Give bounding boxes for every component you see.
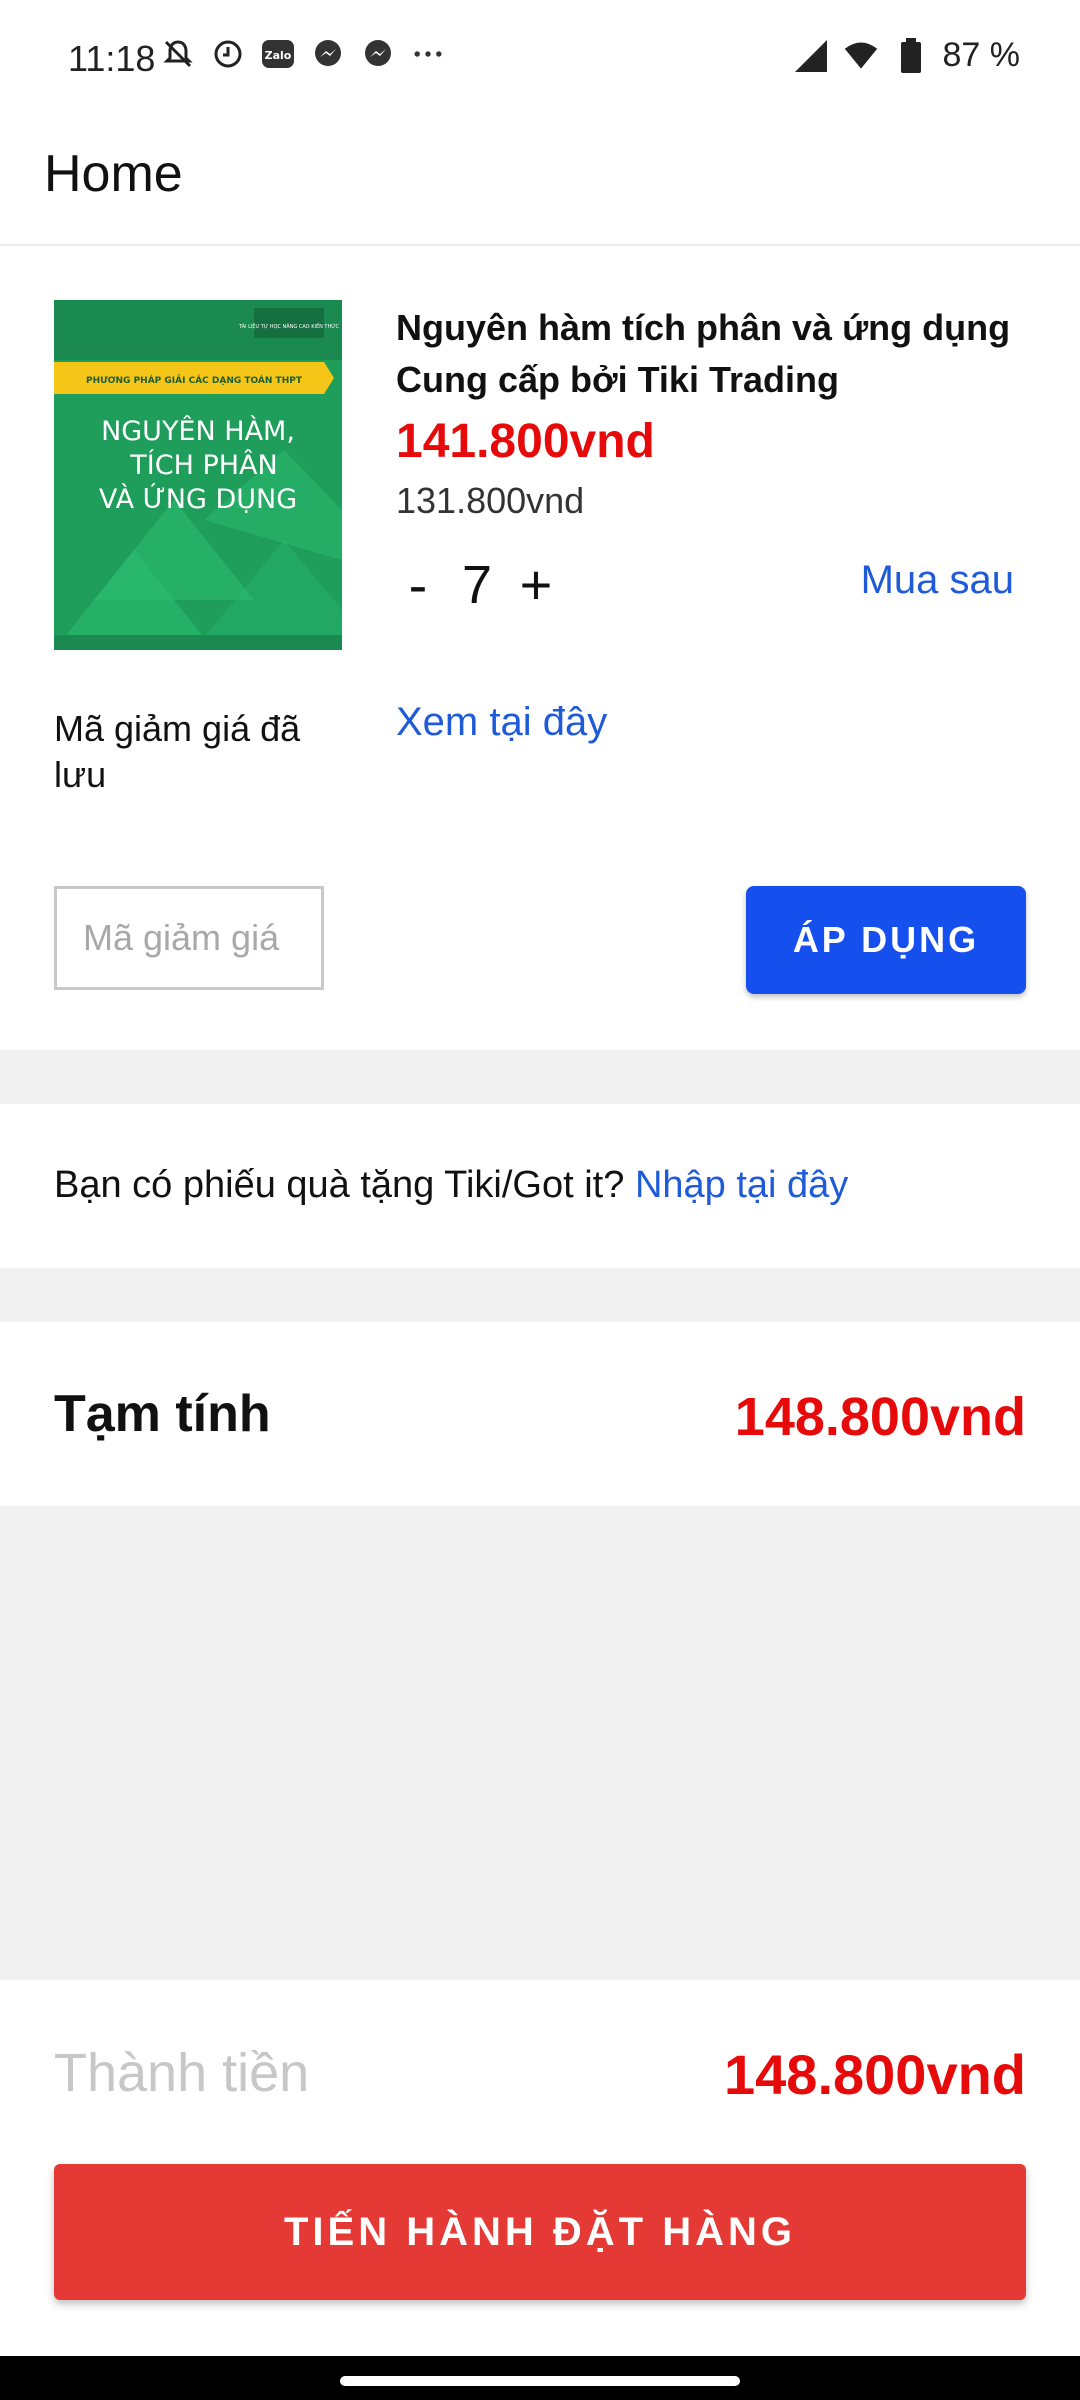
home-gesture-handle[interactable] [340,2376,740,2386]
battery-percent: 87 % [942,36,1021,74]
status-time: 11:18 [68,38,156,79]
enter-gift-card-link[interactable]: Nhập tại đây [635,1164,848,1206]
signal-icon [793,38,829,74]
see-saved-coupons-link[interactable]: Xem tại đây [396,700,607,745]
messenger-icon [360,36,396,72]
gift-card-text: Bạn có phiếu quà tặng Tiki/Got it? [54,1164,625,1206]
original-price: 131.800vnd [396,480,585,521]
total-label: Thành tiền [54,2043,310,2103]
app-bar: Home [0,120,1080,246]
place-order-button[interactable]: TIẾN HÀNH ĐẶT HÀNG [54,2164,1026,2300]
cover-top-tag: TÀI LIỆU TỰ HỌC NÂNG CAO KIẾN THỨC [238,322,340,330]
apply-coupon-button[interactable]: ÁP DỤNG [746,886,1026,994]
wifi-icon [843,38,879,74]
product-title[interactable]: Nguyên hàm tích phân và ứng dụng Cung cấ… [396,302,1036,406]
subtotal-label: Tạm tính [54,1385,271,1443]
product-image[interactable]: TÀI LIỆU TỰ HỌC NÂNG CAO KIẾN THỨC PHƯƠN… [54,300,342,650]
quantity-value: 7 [461,554,493,615]
messenger-icon [310,36,346,72]
coupon-input[interactable] [54,886,324,990]
clock-icon [210,36,246,72]
system-icons: 87 % [793,36,1021,75]
status-bar: 11:18 Zalo 87 % [0,0,1080,120]
product-name: Nguyên hàm tích phân và ứng dụng [396,307,1011,348]
system-nav-bar [0,2356,1080,2400]
saved-coupon-label: Mã giảm giá đã lưu [54,708,301,795]
page-title: Home [44,145,183,203]
decrease-quantity-button[interactable]: - [396,552,440,617]
gift-card-row: Bạn có phiếu quà tặng Tiki/Got it? Nhập … [54,1164,848,1207]
buy-later-link[interactable]: Mua sau [861,558,1014,603]
more-dots-icon [410,36,446,72]
gift-card-section: Bạn có phiếu quà tặng Tiki/Got it? Nhập … [0,1104,1080,1268]
total-value: 148.800vnd [724,2043,1026,2106]
product-seller: Cung cấp bởi Tiki Trading [396,359,839,400]
quantity-stepper: - 7 + [396,552,558,617]
notification-icons: Zalo [160,36,446,72]
svg-text:Zalo: Zalo [265,49,292,62]
subtotal-section: Tạm tính 148.800vnd [0,1322,1080,1506]
cover-title-line3: VÀ ỨNG DỤNG [99,483,297,515]
subtotal-value: 148.800vnd [734,1387,1026,1447]
cover-ribbon: PHƯƠNG PHÁP GIẢI CÁC DẠNG TOÁN THPT [86,374,303,386]
checkout-bar: Thành tiền 148.800vnd TIẾN HÀNH ĐẶT HÀNG [0,1980,1080,2356]
sale-price: 141.800vnd [396,415,655,468]
cart-item-card: TÀI LIỆU TỰ HỌC NÂNG CAO KIẾN THỨC PHƯƠN… [0,246,1080,1050]
cover-title-line2: TÍCH PHÂN [129,449,277,481]
battery-icon [893,37,929,74]
cover-title-line1: NGUYÊN HÀM, [101,415,295,447]
zalo-icon: Zalo [260,36,296,72]
muted-bell-icon [160,36,196,72]
increase-quantity-button[interactable]: + [514,552,558,617]
